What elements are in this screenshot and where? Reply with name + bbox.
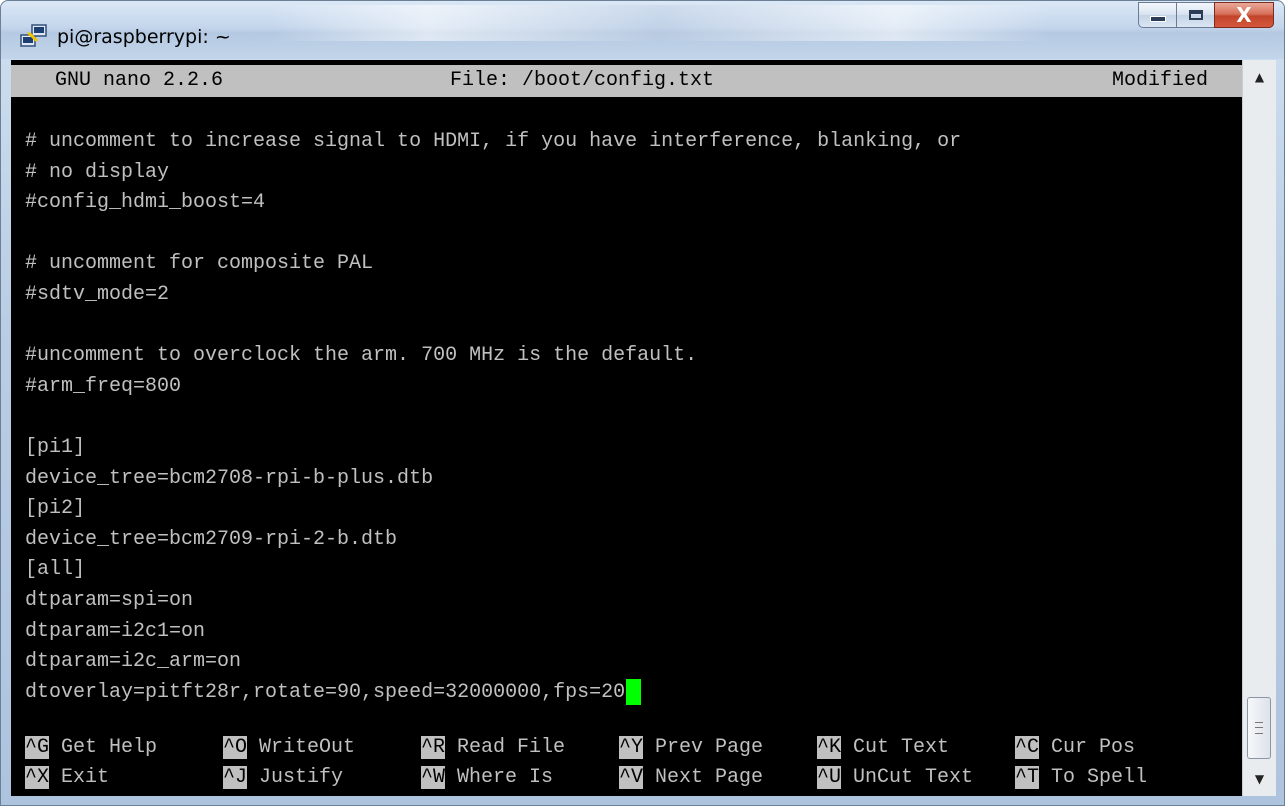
shortcut-item[interactable]: ^O WriteOut (223, 733, 355, 763)
text-cursor (626, 678, 642, 705)
editor-line-text: #uncomment to overclock the arm. 700 MHz… (25, 344, 698, 368)
editor-line[interactable]: #config_hdmi_boost=4 (25, 188, 265, 218)
shortcut-key: ^T (1015, 766, 1040, 789)
editor-line-text: dtparam=spi=on (25, 589, 194, 612)
shortcut-label: UnCut Text (841, 766, 974, 789)
editor-line-text: device_tree=bcm2708-rpi-b-plus.dtb (25, 466, 434, 490)
editor-line-text: # uncomment to increase signal to HDMI, … (25, 130, 962, 153)
shortcut-label: Get Help (49, 736, 158, 759)
editor-line[interactable]: device_tree=bcm2709-rpi-2-b.dtb (25, 525, 397, 555)
shortcut-label: WriteOut (247, 736, 356, 759)
scroll-down-arrow-icon[interactable]: ▼ (1243, 764, 1276, 794)
nano-header: GNU nano 2.2.6 File: /boot/config.txt Mo… (11, 65, 1242, 97)
editor-line[interactable]: #sdtv_mode=2 (25, 280, 169, 310)
editor-line[interactable]: # no display (25, 158, 169, 188)
title-bar-glare (271, 5, 1051, 41)
shortcut-label: Cur Pos (1039, 736, 1136, 759)
nano-status: Modified (1111, 69, 1208, 92)
shortcut-key: ^K (817, 736, 842, 759)
shortcut-key: ^J (223, 766, 248, 789)
editor-line[interactable]: # uncomment to increase signal to HDMI, … (25, 127, 961, 157)
title-bar[interactable]: pi@raspberrypi: ~ X (1, 1, 1284, 59)
shortcut-item[interactable]: ^Y Prev Page (619, 733, 763, 763)
close-icon: X (1236, 3, 1252, 27)
shortcut-label: Where Is (445, 766, 554, 789)
shortcut-label: Next Page (643, 766, 764, 789)
editor-line[interactable]: [pi1] (25, 433, 85, 463)
shortcut-key: ^W (421, 766, 446, 789)
editor-line-text: dtparam=i2c1=on (25, 619, 206, 643)
shortcut-key: ^X (25, 766, 50, 789)
shortcut-item[interactable]: ^X Exit (25, 763, 109, 793)
editor-line[interactable]: # uncomment for composite PAL (25, 249, 373, 279)
minimize-icon (1149, 16, 1166, 22)
shortcut-item[interactable]: ^R Read File (421, 733, 565, 763)
shortcut-key: ^O (223, 736, 248, 759)
minimize-button[interactable] (1138, 2, 1176, 28)
editor-line[interactable]: #uncomment to overclock the arm. 700 MHz… (25, 341, 697, 371)
shortcut-item[interactable]: ^K Cut Text (817, 733, 949, 763)
close-button[interactable]: X (1214, 2, 1274, 28)
grip-icon (1255, 722, 1263, 734)
vertical-scrollbar[interactable]: ▲ ▼ (1242, 60, 1276, 796)
editor-line-text: [pi2] (25, 497, 86, 521)
shortcut-item[interactable]: ^C Cur Pos (1015, 733, 1135, 763)
window-controls: X (1138, 2, 1274, 30)
editor-line-text: dtparam=i2c_arm=on (25, 650, 242, 674)
shortcut-label: Exit (49, 766, 110, 789)
scrollbar-thumb[interactable] (1247, 697, 1271, 759)
editor-line[interactable]: dtoverlay=pitft28r,rotate=90,speed=32000… (25, 678, 642, 708)
shortcut-item[interactable]: ^T To Spell (1015, 763, 1147, 793)
editor-line-text: #sdtv_mode=2 (25, 283, 170, 306)
nano-version: GNU nano 2.2.6 (55, 69, 224, 92)
editor-line-text: # uncomment for composite PAL (25, 252, 374, 276)
maximize-button[interactable] (1176, 2, 1214, 28)
shortcut-key: ^C (1015, 736, 1040, 759)
shortcut-label: Cut Text (841, 736, 950, 759)
shortcut-item[interactable]: ^V Next Page (619, 763, 763, 793)
editor-line[interactable]: [all] (25, 555, 85, 585)
putty-icon[interactable] (19, 21, 49, 51)
maximize-icon (1188, 10, 1203, 20)
shortcut-label: To Spell (1039, 766, 1148, 789)
nano-filename: File: /boot/config.txt (450, 69, 715, 92)
editor-line[interactable]: [pi2] (25, 494, 85, 524)
editor-line-text: #config_hdmi_boost=4 (25, 191, 266, 215)
shortcut-item[interactable]: ^W Where Is (421, 763, 553, 793)
terminal-window: pi@raspberrypi: ~ X GNU nano 2.2.6 File:… (0, 0, 1285, 806)
shortcut-label: Justify (247, 766, 344, 789)
shortcut-label: Read File (445, 736, 566, 759)
shortcut-label: Prev Page (643, 736, 764, 759)
shortcut-item[interactable]: ^U UnCut Text (817, 763, 973, 793)
shortcut-key: ^Y (619, 736, 644, 759)
scroll-up-arrow-icon[interactable]: ▲ (1243, 62, 1276, 92)
editor-line[interactable]: dtparam=i2c_arm=on (25, 647, 241, 677)
editor-line-text: dtoverlay=pitft28r,rotate=90,speed=32000… (25, 680, 626, 704)
editor-line-text: device_tree=bcm2709-rpi-2-b.dtb (25, 527, 398, 551)
editor-line-text: # no display (25, 160, 170, 184)
shortcut-bar: ^G Get Help ^O WriteOut ^R Read File ^Y Pre… (25, 733, 1235, 793)
shortcut-item[interactable]: ^J Justify (223, 763, 343, 793)
shortcut-key: ^U (817, 766, 842, 789)
editor-line[interactable]: device_tree=bcm2708-rpi-b-plus.dtb (25, 464, 433, 494)
editor-line[interactable]: #arm_freq=800 (25, 372, 181, 402)
editor-line[interactable]: dtparam=i2c1=on (25, 617, 205, 647)
shortcut-key: ^V (619, 766, 644, 789)
shortcut-item[interactable]: ^G Get Help (25, 733, 157, 763)
shortcut-key: ^G (25, 736, 50, 759)
editor-line[interactable]: dtparam=spi=on (25, 586, 193, 616)
editor-line-text: #arm_freq=800 (25, 374, 182, 398)
terminal-area[interactable]: GNU nano 2.2.6 File: /boot/config.txt Mo… (11, 60, 1242, 796)
shortcut-key: ^R (421, 736, 446, 759)
editor-line-text: [all] (25, 558, 86, 582)
window-title: pi@raspberrypi: ~ (57, 26, 231, 48)
editor-line-text: [pi1] (25, 436, 86, 459)
